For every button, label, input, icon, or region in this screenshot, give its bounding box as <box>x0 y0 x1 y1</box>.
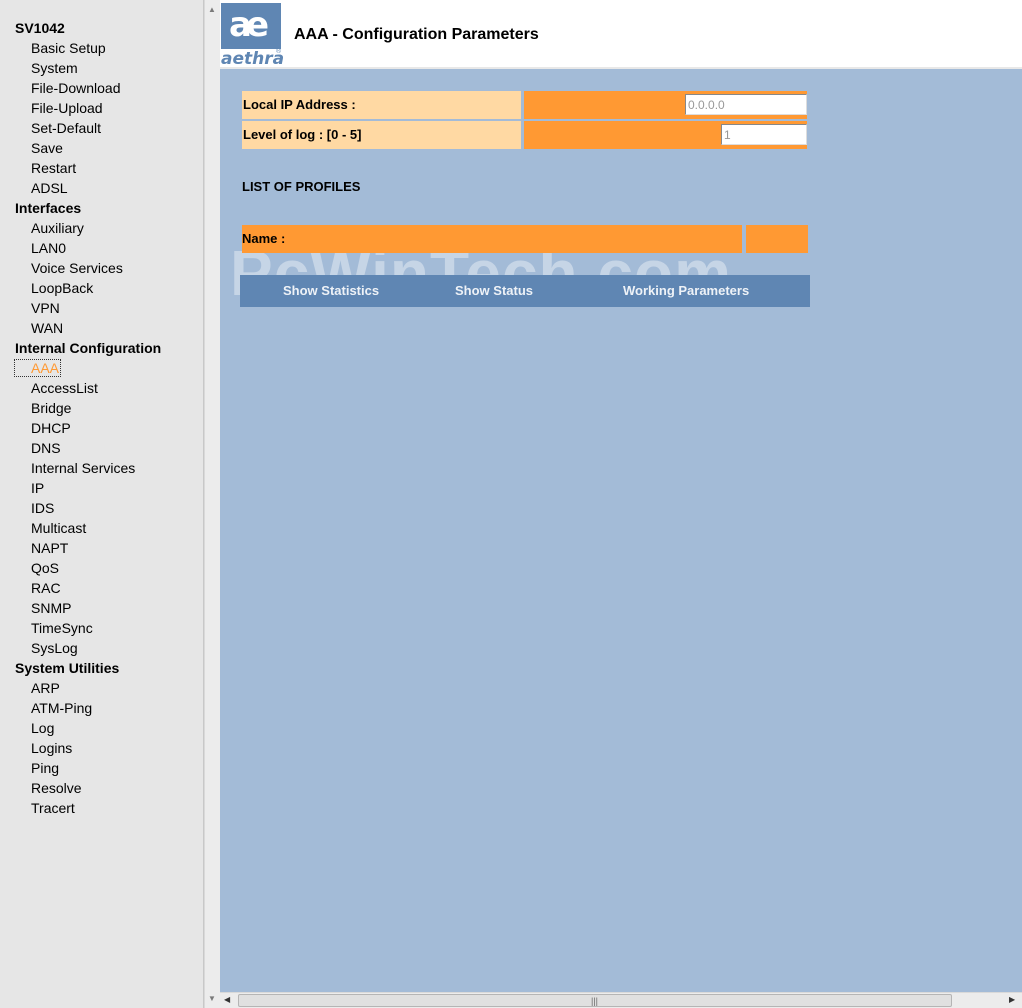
nav-item-logins[interactable]: Logins <box>31 738 72 758</box>
log-level-input[interactable] <box>721 124 807 145</box>
nav-item-arp[interactable]: ARP <box>31 678 60 698</box>
aethra-logo: ae aethra ® <box>221 3 285 69</box>
scrollbar-grip-icon: ||| <box>591 996 599 1006</box>
nav-item-bridge[interactable]: Bridge <box>31 398 71 418</box>
nav-item-qos[interactable]: QoS <box>31 558 59 578</box>
nav-item-system[interactable]: System <box>31 58 78 78</box>
nav-item-timesync[interactable]: TimeSync <box>31 618 93 638</box>
local-ip-input[interactable] <box>685 94 807 115</box>
nav-group-interfaces[interactable]: Interfaces <box>15 198 81 218</box>
nav-item-loopback[interactable]: LoopBack <box>31 278 93 298</box>
content-frame: ae aethra ® AAA - Configuration Paramete… <box>220 0 1022 992</box>
profiles-section-title: LIST OF PROFILES <box>242 179 361 194</box>
nav-item-internal-services[interactable]: Internal Services <box>31 458 135 478</box>
nav-item-snmp[interactable]: SNMP <box>31 598 71 618</box>
logo-registered-mark: ® <box>276 48 282 55</box>
local-ip-cell <box>524 91 807 119</box>
nav-item-file-upload[interactable]: File-Upload <box>31 98 103 118</box>
scroll-left-arrow-icon[interactable]: ◀ <box>224 996 230 1004</box>
scroll-up-arrow-icon[interactable]: ▲ <box>208 6 216 14</box>
nav-item-ping[interactable]: Ping <box>31 758 59 778</box>
nav-group-system-utilities[interactable]: System Utilities <box>15 658 119 678</box>
action-bar: Show Statistics Show Status Working Para… <box>240 275 810 307</box>
local-ip-label: Local IP Address : <box>242 91 521 119</box>
nav-item-resolve[interactable]: Resolve <box>31 778 82 798</box>
nav-item-vpn[interactable]: VPN <box>31 298 60 318</box>
nav-item-tracert[interactable]: Tracert <box>31 798 75 818</box>
log-level-label: Level of log : [0 - 5] <box>242 121 521 149</box>
working-parameters-link[interactable]: Working Parameters <box>623 283 749 299</box>
nav-item-dhcp[interactable]: DHCP <box>31 418 71 438</box>
nav-vertical-scrollbar[interactable]: ▲ ▼ <box>204 0 220 1008</box>
nav-group-internal-configuration[interactable]: Internal Configuration <box>15 338 161 358</box>
nav-item-aaa[interactable]: AAA <box>13 359 62 377</box>
nav-item-set-default[interactable]: Set-Default <box>31 118 101 138</box>
nav-item-auxiliary[interactable]: Auxiliary <box>31 218 84 238</box>
nav-item-accesslist[interactable]: AccessList <box>31 378 98 398</box>
nav-item-napt[interactable]: NAPT <box>31 538 68 558</box>
nav-item-restart[interactable]: Restart <box>31 158 76 178</box>
nav-item-lan0[interactable]: LAN0 <box>31 238 66 258</box>
logo-wordmark: aethra <box>221 49 285 69</box>
show-status-link[interactable]: Show Status <box>455 283 533 299</box>
nav-item-basic-setup[interactable]: Basic Setup <box>31 38 106 58</box>
navigation-menu: SV1042 Basic Setup System File-Download … <box>0 0 204 1008</box>
show-statistics-link[interactable]: Show Statistics <box>283 283 379 299</box>
nav-item-multicast[interactable]: Multicast <box>31 518 86 538</box>
profile-extra-header <box>746 225 808 253</box>
scroll-down-arrow-icon[interactable]: ▼ <box>208 995 216 1003</box>
nav-item-wan[interactable]: WAN <box>31 318 63 338</box>
nav-item-atm-ping[interactable]: ATM-Ping <box>31 698 92 718</box>
nav-item-syslog[interactable]: SysLog <box>31 638 78 658</box>
page-title: AAA - Configuration Parameters <box>294 26 539 43</box>
content-horizontal-scrollbar[interactable]: ◀ ||| ▶ <box>220 992 1022 1008</box>
page-header: ae aethra ® AAA - Configuration Paramete… <box>220 0 1022 69</box>
logo-mark: ae <box>221 3 281 49</box>
nav-group-device[interactable]: SV1042 <box>15 18 65 38</box>
scroll-right-arrow-icon[interactable]: ▶ <box>1009 996 1015 1004</box>
nav-item-voice-services[interactable]: Voice Services <box>31 258 123 278</box>
nav-item-ids[interactable]: IDS <box>31 498 54 518</box>
profile-name-header: Name : <box>242 225 742 253</box>
scrollbar-thumb[interactable]: ||| <box>238 994 952 1007</box>
nav-item-log[interactable]: Log <box>31 718 54 738</box>
nav-item-save[interactable]: Save <box>31 138 63 158</box>
nav-item-adsl[interactable]: ADSL <box>31 178 68 198</box>
nav-item-file-download[interactable]: File-Download <box>31 78 120 98</box>
nav-item-rac[interactable]: RAC <box>31 578 61 598</box>
log-level-cell <box>524 121 807 149</box>
nav-item-ip[interactable]: IP <box>31 478 44 498</box>
nav-item-dns[interactable]: DNS <box>31 438 61 458</box>
